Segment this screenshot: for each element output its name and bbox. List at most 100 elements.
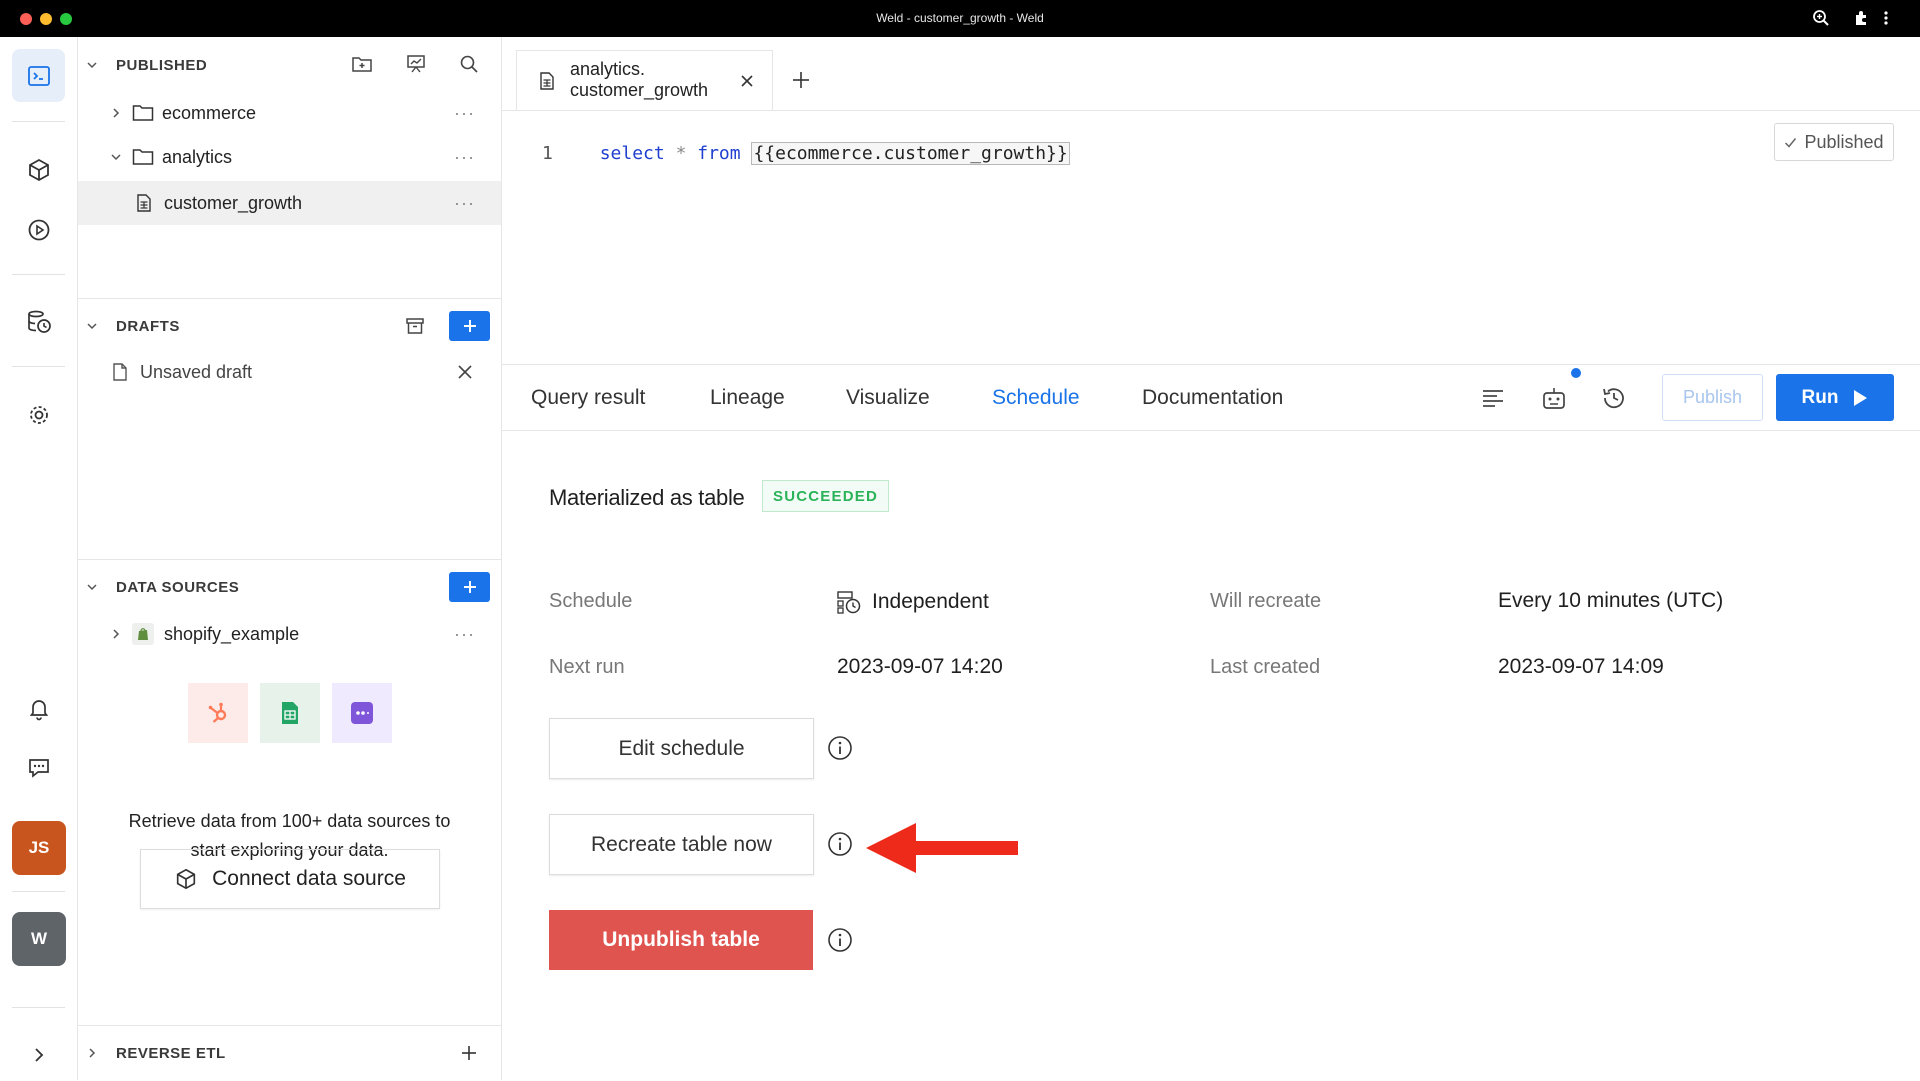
table-file-icon (540, 72, 554, 90)
close-tab-icon[interactable] (740, 74, 754, 88)
bell-icon (29, 699, 48, 720)
models-nav-button[interactable] (12, 143, 65, 196)
chat-button[interactable] (12, 741, 65, 794)
tab-title-line: customer_growth (570, 80, 709, 100)
draft-row[interactable]: Unsaved draft (78, 350, 501, 394)
model-row-customer-growth[interactable]: customer_growth ··· (78, 181, 501, 225)
user-avatar[interactable]: JS (12, 821, 66, 875)
model-sidebar: PUBLISHED ecommerce ··· analytics ··· cu… (78, 37, 502, 1080)
shopify-icon (132, 623, 154, 645)
sql-editor[interactable]: 1 select * from {{ecommerce.customer_gro… (542, 142, 1070, 165)
section-divider (78, 298, 501, 299)
schedule-value: Independent (836, 589, 989, 615)
data-source-label: shopify_example (164, 623, 300, 644)
data-nav-button[interactable] (12, 295, 65, 348)
folder-icon (132, 105, 154, 121)
plus-icon[interactable] (461, 1045, 477, 1061)
chevron-down-icon (87, 62, 97, 69)
tab-documentation[interactable]: Documentation (1142, 386, 1283, 410)
chevron-right-icon (34, 1047, 43, 1062)
settings-nav-button[interactable] (12, 388, 65, 441)
folder-row-analytics[interactable]: analytics ··· (78, 135, 501, 179)
search-icon[interactable] (458, 53, 480, 75)
orchestration-nav-button[interactable] (12, 203, 65, 256)
presentation-chart-icon[interactable] (405, 53, 427, 75)
chevron-right-icon (113, 108, 120, 118)
recreate-table-button[interactable]: Recreate table now (549, 814, 814, 875)
section-divider (78, 559, 501, 560)
add-draft-button[interactable] (449, 311, 490, 341)
database-clock-icon (27, 310, 51, 333)
tab-lineage[interactable]: Lineage (710, 386, 785, 410)
file-icon (113, 363, 127, 381)
editor-nav-button[interactable] (12, 49, 65, 102)
published-section-header[interactable]: PUBLISHED (78, 50, 501, 80)
data-sources-section-header[interactable]: DATA SOURCES (78, 572, 501, 602)
info-icon[interactable] (827, 831, 853, 857)
terminal-icon (27, 65, 50, 86)
editor-tab[interactable]: analytics. customer_growth (516, 50, 773, 111)
chat-icon (28, 758, 49, 778)
more-options-icon[interactable]: ··· (454, 193, 475, 214)
calendar-clock-icon (837, 591, 861, 614)
window-title: Weld - customer_growth - Weld (876, 11, 1044, 25)
chevron-down-icon (87, 323, 97, 330)
ai-assistant-robot-icon[interactable] (1540, 384, 1568, 412)
schedule-value-text: Independent (872, 590, 989, 613)
run-button[interactable]: Run (1776, 374, 1894, 421)
rail-divider (12, 121, 65, 122)
publish-button[interactable]: Publish (1662, 374, 1763, 421)
data-source-row-shopify[interactable]: shopify_example ··· (78, 612, 501, 656)
plus-icon (463, 581, 476, 593)
close-icon[interactable] (457, 364, 473, 380)
more-vertical-icon[interactable] (1876, 8, 1896, 28)
cube-icon (28, 158, 49, 181)
main-panel: analytics. customer_growth 1 select * fr… (502, 37, 1920, 1080)
extensions-icon[interactable] (1852, 8, 1872, 28)
folder-label: analytics (162, 146, 233, 167)
info-icon[interactable] (827, 735, 853, 761)
notifications-button[interactable] (12, 682, 65, 735)
data-sources-title: DATA SOURCES (116, 578, 240, 596)
tab-visualize[interactable]: Visualize (846, 386, 930, 410)
rail-divider (12, 891, 65, 892)
drafts-section-header[interactable]: DRAFTS (78, 311, 501, 341)
connect-data-source-button[interactable]: Connect data source (140, 849, 440, 909)
hubspot-connector-icon[interactable] (188, 683, 248, 743)
google-sheets-connector-icon[interactable] (260, 683, 320, 743)
expand-sidebar-button[interactable] (12, 1028, 65, 1081)
intercom-connector-icon[interactable] (332, 683, 392, 743)
tab-query-result[interactable]: Query result (531, 386, 645, 410)
history-icon[interactable] (1600, 384, 1628, 412)
reverse-etl-section-header[interactable]: REVERSE ETL (78, 1038, 501, 1068)
folder-row-ecommerce[interactable]: ecommerce ··· (78, 91, 501, 135)
materialization-title: Materialized as table (549, 485, 745, 510)
last-created-value: 2023-09-07 14:09 (1498, 655, 1664, 678)
more-options-icon[interactable]: ··· (454, 147, 475, 168)
table-file-icon (137, 194, 151, 212)
info-icon[interactable] (827, 927, 853, 953)
zoom-icon[interactable] (1811, 8, 1831, 28)
new-tab-icon[interactable] (791, 70, 811, 90)
new-folder-icon[interactable] (351, 53, 373, 75)
add-data-source-button[interactable] (449, 572, 490, 602)
sql-model-reference[interactable]: {{ecommerce.customer_growth}} (751, 142, 1070, 165)
tab-schedule[interactable]: Schedule (992, 386, 1080, 410)
draft-label: Unsaved draft (140, 361, 253, 382)
workspace-avatar[interactable]: W (12, 912, 66, 966)
unpublish-table-button[interactable]: Unpublish table (549, 910, 813, 970)
result-tabs-bar: Query result Lineage Visualize Schedule … (502, 364, 1920, 431)
more-options-icon[interactable]: ··· (454, 624, 475, 645)
play-circle-icon (28, 219, 49, 240)
reverse-etl-title: REVERSE ETL (116, 1044, 226, 1062)
nav-rail: JS W (0, 37, 78, 1080)
archive-icon[interactable] (404, 315, 426, 337)
more-options-icon[interactable]: ··· (454, 103, 475, 124)
drafts-title: DRAFTS (116, 317, 180, 335)
plus-icon (463, 320, 476, 332)
folder-label: ecommerce (162, 102, 257, 123)
format-lines-icon[interactable] (1480, 385, 1506, 411)
status-badge: SUCCEEDED (762, 480, 889, 512)
edit-schedule-button[interactable]: Edit schedule (549, 718, 814, 779)
tab-title: analytics. customer_growth (570, 59, 708, 101)
